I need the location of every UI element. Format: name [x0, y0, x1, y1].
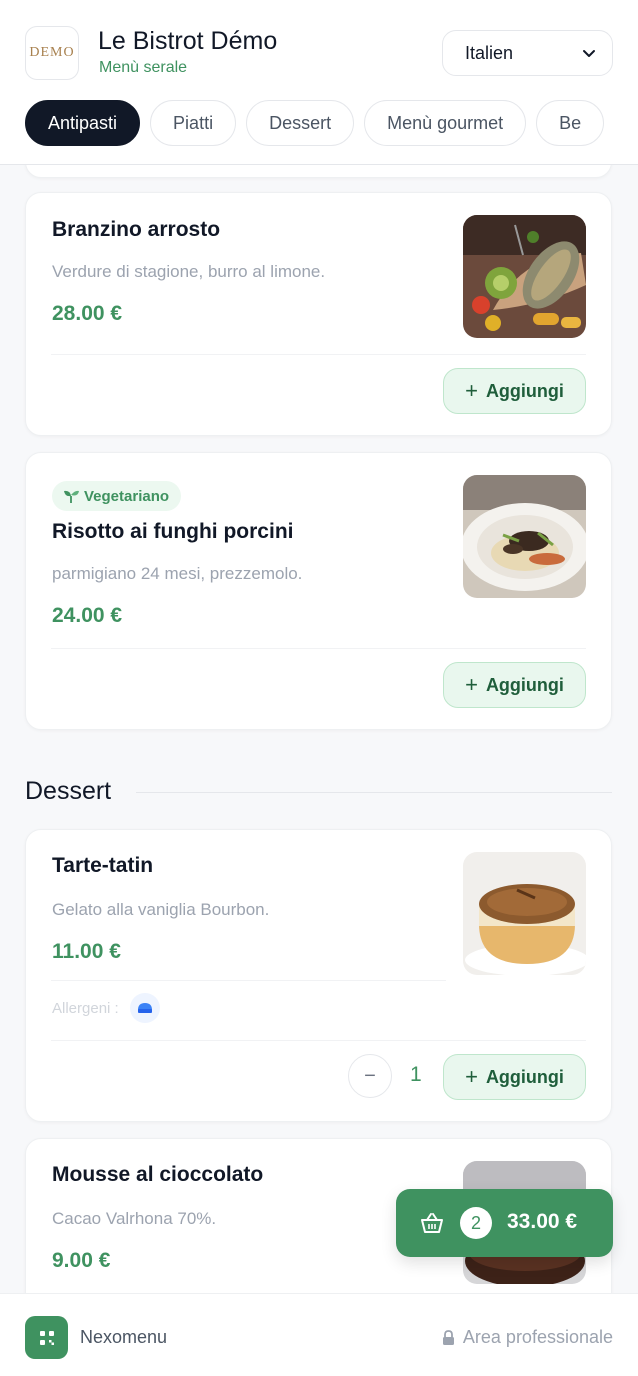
tab-dessert[interactable]: Dessert	[246, 100, 355, 146]
tab-piatti[interactable]: Piatti	[150, 100, 237, 146]
cart-button[interactable]: 2 33.00 €	[396, 1189, 613, 1257]
basket-icon	[421, 1213, 443, 1233]
plus-icon: +	[465, 1064, 478, 1089]
divider	[51, 648, 586, 649]
dish-name: Branzino arrosto	[52, 218, 221, 241]
nexomenu-logo-icon[interactable]	[25, 1316, 68, 1359]
badge-label: Vegetariano	[84, 487, 170, 505]
language-value: Italien	[465, 42, 514, 63]
dish-description: parmigiano 24 mesi, prezzemolo.	[52, 564, 303, 583]
dish-card: Vegetariano Risotto ai funghi porcini pa…	[25, 452, 612, 730]
milk-allergen-icon[interactable]	[130, 993, 160, 1023]
quantity-decrease-button[interactable]: −	[348, 1054, 392, 1098]
vegetarian-badge: Vegetariano	[52, 481, 182, 511]
add-button-label: Aggiungi	[485, 1066, 564, 1087]
dish-name: Tarte-tatin	[52, 854, 154, 877]
category-tabs: Antipasti Piatti Dessert Menù gourmet Be	[25, 100, 605, 146]
logo-text: DEMO	[29, 45, 75, 60]
chevron-down-icon	[583, 50, 595, 57]
tarte-tatin-photo[interactable]	[463, 852, 586, 975]
cart-count-badge: 2	[460, 1207, 492, 1239]
cart-total: 33.00 €	[507, 1210, 578, 1233]
add-button-label: Aggiungi	[485, 380, 564, 401]
quantity-value: 1	[410, 1063, 422, 1086]
tab-menu-gourmet[interactable]: Menù gourmet	[364, 100, 527, 146]
add-button-label: Aggiungi	[485, 674, 564, 695]
allergens-label: Allergeni :	[52, 1000, 119, 1017]
language-select[interactable]: Italien	[442, 30, 613, 76]
professional-area-link[interactable]: Area professionale	[442, 1327, 613, 1348]
add-button[interactable]: + Aggiungi	[443, 368, 586, 414]
divider	[51, 354, 586, 355]
lock-icon	[442, 1330, 454, 1345]
header: DEMO Le Bistrot Démo Menù serale Italien…	[0, 0, 638, 165]
sprout-icon	[64, 490, 79, 503]
restaurant-logo: DEMO	[25, 26, 79, 80]
dish-price: 24.00 €	[52, 604, 123, 627]
footer-brand[interactable]: Nexomenu	[80, 1327, 167, 1348]
add-button[interactable]: + Aggiungi	[443, 1054, 586, 1100]
section-divider	[136, 792, 612, 793]
footer: Nexomenu Area professionale	[0, 1293, 638, 1376]
dish-price: 9.00 €	[52, 1249, 111, 1272]
dish-price: 11.00 €	[52, 940, 121, 963]
restaurant-name: Le Bistrot Démo	[98, 27, 278, 55]
section-title-dessert: Dessert	[25, 777, 112, 805]
add-button[interactable]: + Aggiungi	[443, 662, 586, 708]
dish-card: Branzino arrosto Verdure di stagione, bu…	[25, 192, 612, 436]
tab-bevande[interactable]: Be	[536, 100, 605, 146]
dish-price: 28.00 €	[52, 302, 123, 325]
dish-description: Cacao Valrhona 70%.	[52, 1209, 217, 1228]
dish-name: Risotto ai funghi porcini	[52, 520, 294, 543]
plus-icon: +	[465, 378, 478, 403]
mushroom-risotto-photo[interactable]	[463, 475, 586, 598]
divider	[51, 980, 446, 981]
dish-name: Mousse al cioccolato	[52, 1163, 264, 1186]
professional-area-label: Area professionale	[462, 1327, 613, 1347]
dish-card: Tarte-tatin Gelato alla vaniglia Bourbon…	[25, 829, 612, 1122]
tab-antipasti[interactable]: Antipasti	[25, 100, 141, 146]
roasted-sea-bass-photo[interactable]	[463, 215, 586, 338]
menu-subtitle: Menù serale	[99, 59, 188, 76]
plus-icon: +	[465, 672, 478, 697]
dish-description: Gelato alla vaniglia Bourbon.	[52, 900, 270, 919]
dish-description: Verdure di stagione, burro al limone.	[52, 262, 326, 281]
divider	[51, 1040, 586, 1041]
